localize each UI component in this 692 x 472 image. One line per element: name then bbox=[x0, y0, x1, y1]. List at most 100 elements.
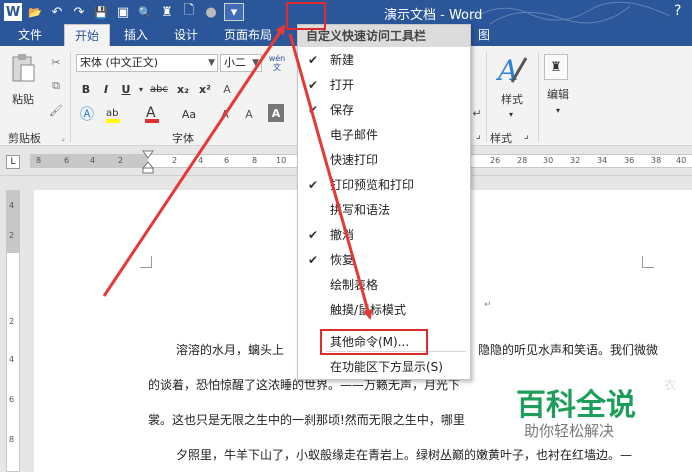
new-doc-icon[interactable]: 🗋 bbox=[180, 3, 198, 21]
menu-item-label: 撤消 bbox=[330, 228, 355, 242]
menu-item-label: 打印预览和打印 bbox=[330, 178, 415, 192]
paragraph-mark-icon[interactable]: ↵ bbox=[470, 104, 484, 122]
menu-item-spelling[interactable]: 拼写和语法 bbox=[298, 198, 470, 223]
menu-item-print-preview[interactable]: ✔ 打印预览和打印 bbox=[298, 173, 470, 198]
tab-partial[interactable]: 图 bbox=[468, 24, 500, 46]
ruler-tick: 26 bbox=[490, 156, 501, 165]
font-color-icon[interactable]: A bbox=[142, 104, 162, 124]
tab-insert[interactable]: 插入 bbox=[114, 24, 158, 46]
menu-item-label: 打开 bbox=[330, 78, 355, 92]
tab-selector[interactable]: L bbox=[6, 155, 20, 169]
check-icon: ✔ bbox=[308, 53, 319, 67]
clear-format-icon[interactable]: A bbox=[220, 80, 234, 98]
save-as-icon[interactable]: ▣ bbox=[114, 3, 132, 21]
chevron-down-icon[interactable]: ▾ bbox=[552, 104, 564, 116]
watermark: 百科全说 助你轻松解决 bbox=[510, 378, 680, 442]
vertical-ruler: 4 2 2 4 6 8 bbox=[6, 190, 20, 472]
paste-button[interactable]: 粘贴 bbox=[8, 92, 38, 106]
menu-item-quick-print[interactable]: 快速打印 bbox=[298, 148, 470, 173]
font-size-value: 小二 bbox=[224, 56, 246, 69]
italic-button[interactable]: I bbox=[98, 80, 114, 98]
tab-layout[interactable]: 页面布局 bbox=[214, 24, 282, 46]
watermark-subtitle: 助你轻松解决 bbox=[524, 422, 615, 440]
menu-item-redo[interactable]: ✔ 恢复 bbox=[298, 248, 470, 273]
indent-marker-icon[interactable] bbox=[142, 150, 154, 174]
font-name-value: 宋体 (中文正文) bbox=[80, 56, 159, 69]
open-folder-icon[interactable]: 📂 bbox=[26, 3, 44, 21]
save-icon[interactable]: 💾 bbox=[92, 3, 110, 21]
copy-icon[interactable]: ⧉ bbox=[48, 78, 64, 94]
styles-launcher-icon[interactable]: ⌟ bbox=[524, 130, 529, 141]
chevron-down-icon[interactable]: ▾ bbox=[136, 80, 146, 98]
find-icon[interactable]: ♜ bbox=[158, 3, 176, 21]
editing-button[interactable]: 编辑 bbox=[542, 86, 574, 102]
change-case-button[interactable]: Aa bbox=[174, 104, 204, 124]
format-painter-icon[interactable]: 🖌 bbox=[48, 102, 64, 118]
tab-home[interactable]: 开始 bbox=[64, 24, 111, 46]
menu-item-touch-mode[interactable]: 触摸/鼠标模式 bbox=[298, 298, 470, 323]
chevron-down-icon[interactable]: ▾ bbox=[504, 108, 518, 120]
paragraph-mark: ↵ bbox=[484, 300, 492, 310]
tab-file[interactable]: 文件 bbox=[0, 24, 60, 46]
ruler-tick: 6 bbox=[224, 156, 230, 165]
styles-button[interactable]: 样式 bbox=[494, 92, 530, 106]
customize-qat-icon[interactable]: ▾ bbox=[224, 3, 244, 21]
check-icon: ✔ bbox=[308, 103, 319, 117]
title-swirl-decoration bbox=[470, 1, 670, 24]
circle-icon[interactable]: ● bbox=[202, 3, 220, 21]
ruler-tick: 2 bbox=[172, 156, 178, 165]
chevron-down-icon: ▼ bbox=[208, 58, 215, 68]
ruler-tick: 28 bbox=[517, 156, 528, 165]
paste-clipboard-icon[interactable] bbox=[8, 52, 38, 86]
underline-button[interactable]: U bbox=[118, 80, 134, 98]
clipboard-group-label: 剪贴板 bbox=[8, 132, 41, 145]
subscript-button[interactable]: x₂ bbox=[174, 80, 192, 98]
ribbon-separator bbox=[486, 52, 487, 142]
menu-item-open[interactable]: ✔ 打开 bbox=[298, 73, 470, 98]
vruler-tick: 2 bbox=[9, 231, 15, 240]
undo-icon[interactable]: ↶ bbox=[48, 3, 66, 21]
help-icon[interactable]: ? bbox=[674, 3, 681, 19]
menu-item-label: 新建 bbox=[330, 53, 355, 67]
menu-item-label: 快速打印 bbox=[330, 153, 379, 167]
document-line: 隐隐的听见水声和笑语。我们微微 bbox=[478, 343, 659, 357]
watermark-title: 百科全说 bbox=[516, 388, 636, 423]
menu-item-label: 电子邮件 bbox=[330, 128, 379, 142]
phonetic-guide-button[interactable]: wén文 bbox=[266, 52, 288, 74]
print-preview-icon[interactable]: 🔍 bbox=[136, 3, 154, 21]
font-name-combo[interactable]: 宋体 (中文正文) ▼ bbox=[76, 54, 218, 72]
ruler-margin-area bbox=[30, 155, 148, 167]
vruler-tick: 8 bbox=[9, 435, 15, 444]
check-icon: ✔ bbox=[308, 78, 319, 92]
styles-group-label: 样式 bbox=[490, 132, 512, 145]
character-shading-icon[interactable]: A bbox=[268, 104, 284, 122]
highlight-box-more-commands bbox=[320, 329, 428, 355]
superscript-button[interactable]: x² bbox=[196, 80, 214, 98]
highlight-color-icon[interactable]: ab bbox=[104, 104, 126, 124]
grow-font-icon[interactable]: A bbox=[218, 104, 232, 124]
menu-item-show-below-ribbon[interactable]: 在功能区下方显示(S) bbox=[298, 355, 470, 380]
text-effect-icon[interactable]: Ⓐ bbox=[78, 104, 96, 124]
menu-item-label: 绘制表格 bbox=[330, 278, 379, 292]
menu-item-undo[interactable]: ✔ 撤消 bbox=[298, 223, 470, 248]
clipboard-launcher-icon[interactable]: ⌟ bbox=[58, 132, 68, 142]
styles-icon[interactable]: A bbox=[494, 52, 530, 88]
chevron-down-icon: ▼ bbox=[252, 58, 259, 68]
redo-icon[interactable]: ↷ bbox=[70, 3, 88, 21]
cut-icon[interactable]: ✂ bbox=[48, 54, 64, 70]
strikethrough-button[interactable]: abc bbox=[148, 80, 170, 98]
menu-item-new[interactable]: ✔ 新建 bbox=[298, 48, 470, 73]
shrink-font-icon[interactable]: A bbox=[242, 104, 256, 124]
tab-design[interactable]: 设计 bbox=[164, 24, 208, 46]
binoculars-icon[interactable]: ♜ bbox=[544, 54, 568, 80]
vruler-tick: 4 bbox=[9, 201, 15, 210]
menu-item-save[interactable]: ✔ 保存 bbox=[298, 98, 470, 123]
bold-button[interactable]: B bbox=[78, 80, 94, 98]
vruler-tick: 6 bbox=[9, 395, 15, 404]
menu-item-label: 在功能区下方显示(S) bbox=[330, 360, 443, 374]
menu-item-email[interactable]: 电子邮件 bbox=[298, 123, 470, 148]
paragraph-launcher-icon[interactable]: ⌟ bbox=[476, 130, 481, 141]
svg-text:ab: ab bbox=[106, 108, 118, 119]
font-size-combo[interactable]: 小二 ▼ bbox=[220, 54, 262, 72]
menu-item-draw-table[interactable]: 绘制表格 bbox=[298, 273, 470, 298]
